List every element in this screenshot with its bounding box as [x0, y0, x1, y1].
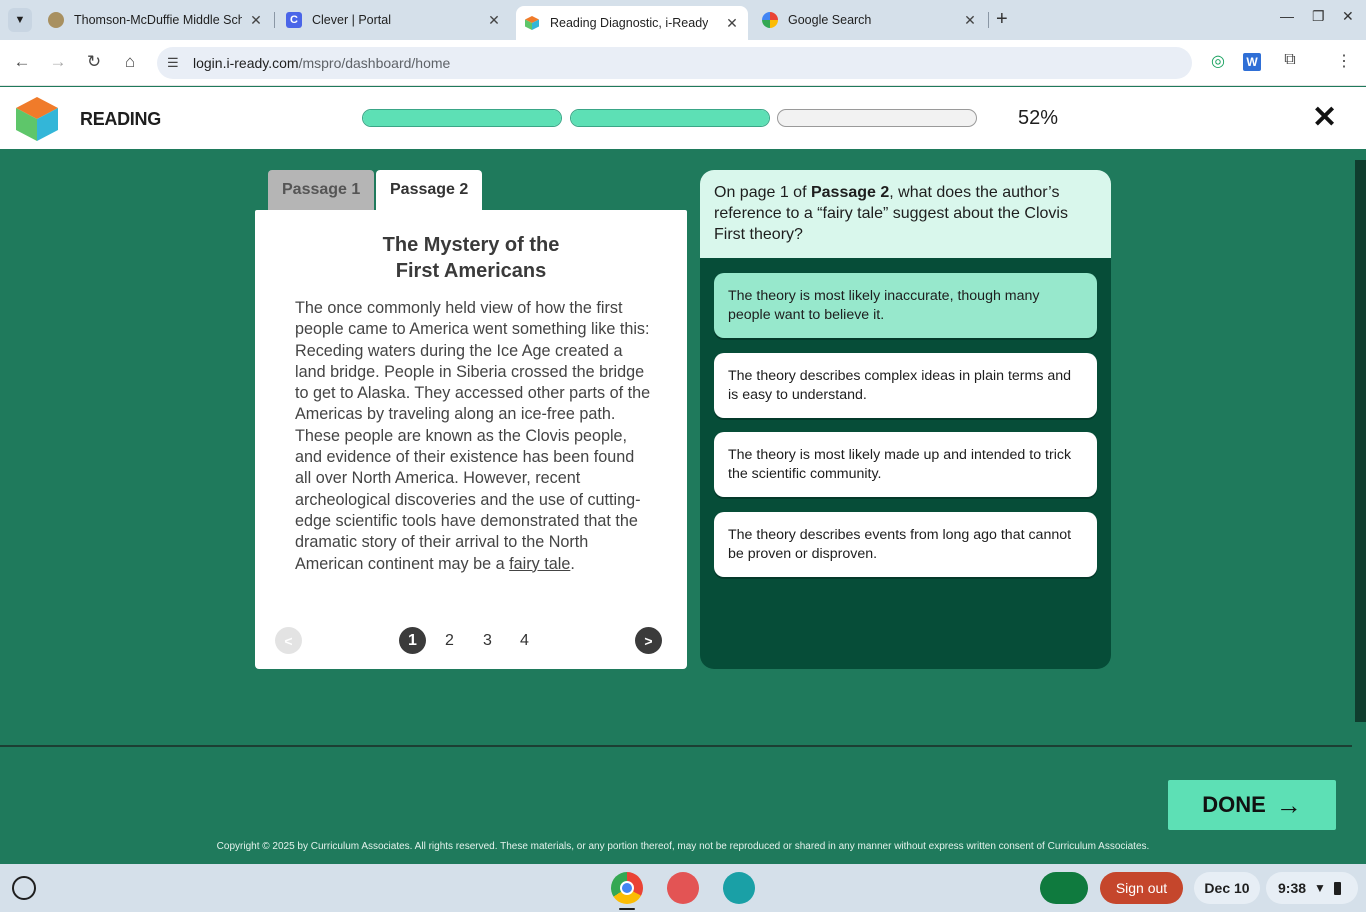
battery-icon	[1333, 881, 1341, 895]
progress-segment-2	[570, 109, 770, 127]
tab-clever-portal[interactable]: C Clever | Portal ✕	[286, 6, 502, 34]
reload-icon[interactable]: ↻	[83, 52, 105, 72]
browser-toolbar: ← → ↻ ⌂ ☰ login.i-ready.com/mspro/dashbo…	[0, 40, 1366, 86]
done-label: DONE	[1202, 792, 1266, 817]
launcher-icon[interactable]	[12, 876, 36, 900]
passage-title: The Mystery of the First Americans	[382, 234, 560, 282]
tab-thomson-mcduffie[interactable]: Thomson-McDuffie Middle Sch ✕	[48, 6, 264, 34]
sign-out-button[interactable]: Sign out	[1100, 872, 1183, 904]
progress-segment-1	[362, 109, 562, 127]
progress-fill	[571, 110, 769, 126]
passage-panel: The Mystery of the First Americans The on…	[255, 210, 687, 669]
browser-tab-strip: ▼ Thomson-McDuffie Middle Sch ✕ C Clever…	[0, 0, 1366, 40]
answer-option-2[interactable]: The theory describes complex ideas in pl…	[714, 353, 1097, 418]
site-info-icon[interactable]: ☰	[167, 55, 179, 71]
close-tab-icon[interactable]: ✕	[486, 12, 502, 29]
next-page-button[interactable]: >	[635, 627, 662, 654]
extension-reader-icon[interactable]: W	[1243, 53, 1261, 71]
answer-option-3[interactable]: The theory is most likely made up and in…	[714, 432, 1097, 497]
close-tab-icon[interactable]: ✕	[962, 12, 978, 29]
school-seal-icon	[48, 12, 64, 28]
close-window-icon[interactable]: ✕	[1342, 8, 1354, 25]
address-bar[interactable]: ☰ login.i-ready.com/mspro/dashboard/home	[157, 47, 1192, 79]
answer-option-4[interactable]: The theory describes events from long ag…	[714, 512, 1097, 577]
back-arrow-icon[interactable]: ←	[11, 52, 33, 72]
menu-kebab-icon[interactable]: ⋮	[1333, 51, 1355, 73]
app-title: READING	[80, 109, 161, 129]
progress-percent: 52%	[1018, 107, 1059, 129]
footer-divider	[0, 745, 1352, 747]
system-tray[interactable]: 9:38 ▼	[1266, 872, 1358, 904]
page-4-button[interactable]: 4	[511, 627, 538, 654]
previous-page-button[interactable]: <	[275, 627, 302, 654]
progress-segment-3	[777, 109, 977, 127]
clever-logo-icon: C	[286, 12, 302, 28]
url-text: login.i-ready.com/mspro/dashboard/home	[193, 55, 451, 71]
restore-window-icon[interactable]: ❐	[1312, 8, 1325, 25]
date-tray[interactable]: Dec 10	[1194, 872, 1260, 904]
paint-palette-app-icon[interactable]	[667, 872, 699, 904]
answer-option-1[interactable]: The theory is most likely inaccurate, th…	[714, 273, 1097, 338]
minimize-icon[interactable]: —	[1280, 8, 1294, 24]
os-shelf: Sign out Dec 10 9:38 ▼	[0, 864, 1366, 912]
passage-text: The once commonly held view of how the f…	[295, 299, 651, 573]
fairy-tale-link: fairy tale	[509, 554, 571, 573]
done-button[interactable]: DONE →	[1168, 780, 1336, 830]
extension-q-icon[interactable]: ◎	[1207, 51, 1229, 73]
app-header: READING 52% ✕	[0, 87, 1366, 149]
tab-google-search[interactable]: Google Search ✕	[762, 6, 978, 34]
arrow-right-icon: →	[1275, 790, 1302, 820]
question-text: On page 1 of Passage 2, what does the au…	[700, 170, 1111, 258]
tab-separator	[274, 12, 275, 28]
page-scrollbar[interactable]	[1355, 160, 1366, 722]
clock-time: 9:38	[1278, 880, 1307, 896]
tab-passage-2[interactable]: Passage 2	[376, 170, 483, 210]
home-icon[interactable]: ⌂	[119, 52, 141, 72]
progress-fill	[363, 110, 561, 126]
extensions-puzzle-icon[interactable]: ⧉	[1279, 51, 1301, 73]
new-tab-plus-icon[interactable]: +	[996, 8, 1008, 31]
forward-arrow-icon[interactable]: →	[47, 52, 69, 72]
iready-cube-icon	[525, 16, 539, 30]
google-logo-icon	[762, 12, 778, 28]
extension-status-icon[interactable]	[1040, 872, 1088, 904]
page-2-button[interactable]: 2	[436, 627, 463, 654]
wifi-icon: ▼	[1314, 881, 1326, 895]
close-icon[interactable]: ✕	[1312, 103, 1337, 133]
tab-search-chevron-icon[interactable]: ▼	[8, 8, 32, 32]
classroom-app-icon[interactable]	[723, 872, 755, 904]
close-tab-icon[interactable]: ✕	[724, 15, 740, 32]
iready-logo-icon	[16, 97, 58, 141]
chrome-app-icon[interactable]	[611, 872, 643, 904]
tab-passage-1[interactable]: Passage 1	[268, 170, 375, 210]
active-app-indicator	[619, 908, 635, 910]
tab-reading-diagnostic[interactable]: Reading Diagnostic, i-Ready ✕	[516, 6, 748, 40]
close-tab-icon[interactable]: ✕	[248, 12, 264, 29]
tab-separator	[988, 12, 989, 28]
page-3-button[interactable]: 3	[474, 627, 501, 654]
copyright-notice: Copyright © 2025 by Curriculum Associate…	[216, 841, 1150, 852]
page-1-button[interactable]: 1	[399, 627, 426, 654]
question-panel: On page 1 of Passage 2, what does the au…	[700, 170, 1111, 669]
